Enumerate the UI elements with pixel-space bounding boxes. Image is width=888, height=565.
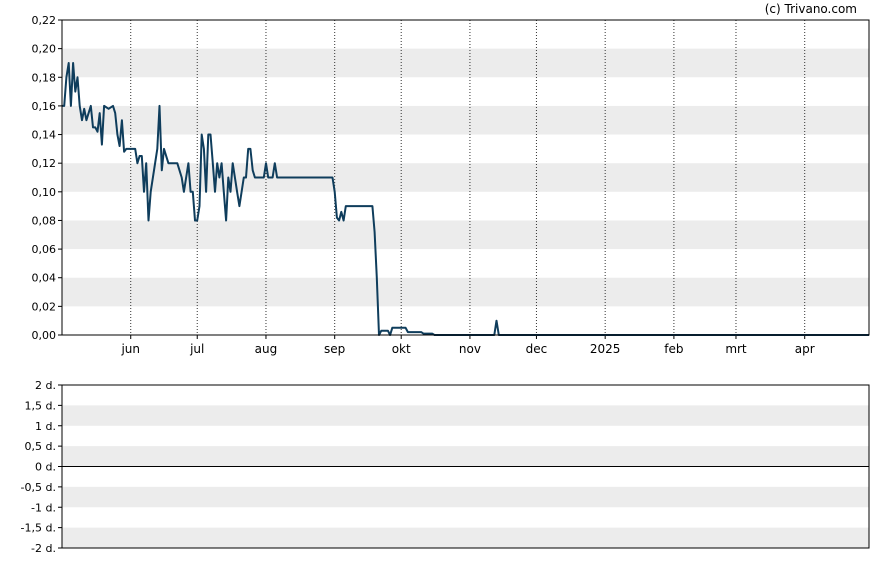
y-tick-label: 2 d. [35,379,56,392]
y-tick-label: 0,22 [32,14,57,27]
y-tick-label: 0,14 [32,129,57,142]
y-tick-label: 1 d. [35,420,56,433]
y-tick-label: 1,5 d. [25,399,56,412]
x-tick-label: jul [189,342,204,356]
y-tick-label: 0 d. [35,461,56,474]
y-tick-label: 0,02 [32,300,57,313]
y-tick-label: 0,20 [32,43,57,56]
x-tick-label: aug [255,342,278,356]
top-plot-band [62,105,869,135]
chart-canvas: 0,00 0,02 0,04 0,06 0,08 0,10 0,12 0,14 0,16 0,18… [0,0,888,565]
y-tick-label: -1,5 d. [21,522,56,535]
top-plot-band [62,220,869,250]
y-tick-label: -2 d. [31,542,56,555]
y-tick-label: 0,5 d. [25,440,56,453]
top-plot-band [62,277,869,307]
top-plot-band [62,48,869,78]
x-tick-label: 2025 [590,342,621,356]
y-tick-label: 0,04 [32,272,57,285]
y-tick-label: 0,18 [32,71,57,84]
x-tick-label: mrt [725,342,747,356]
x-tick-label: okt [392,342,411,356]
y-tick-label: 0,10 [32,186,57,199]
bottom-plot-bands [62,405,869,548]
bottom-plot-y-axis: 2 d. 1,5 d. 1 d. 0,5 d. 0 d. -0,5 d. -1 d. -1,5… [21,379,62,555]
x-tick-label: feb [664,342,683,356]
copyright-label: (c) Trivano.com [765,2,857,16]
bottom-plot-band [62,446,869,467]
x-tick-label: dec [526,342,548,356]
x-tick-label: apr [795,342,815,356]
y-tick-label: -1 d. [31,501,56,514]
x-tick-label: jun [120,342,140,356]
top-plot-bands [62,48,869,307]
bottom-plot-band [62,405,869,426]
x-tick-label: sep [324,342,345,356]
x-tick-label: nov [459,342,481,356]
chart-svg: 0,00 0,02 0,04 0,06 0,08 0,10 0,12 0,14 0,16 0,18… [21,2,870,555]
bottom-plot-band [62,486,869,508]
top-plot-x-axis: jun jul aug sep okt nov dec 2025 feb mrt apr [120,335,815,356]
bottom-plot-band [62,527,869,548]
y-tick-label: 0,08 [32,214,57,227]
y-tick-label: 0,12 [32,157,57,170]
top-plot-y-axis: 0,00 0,02 0,04 0,06 0,08 0,10 0,12 0,14 0,16 0,18… [32,14,62,342]
y-tick-label: -0,5 d. [21,481,56,494]
y-tick-label: 0,16 [32,100,57,113]
y-tick-label: 0,06 [32,243,57,256]
y-tick-label: 0,00 [32,329,57,342]
